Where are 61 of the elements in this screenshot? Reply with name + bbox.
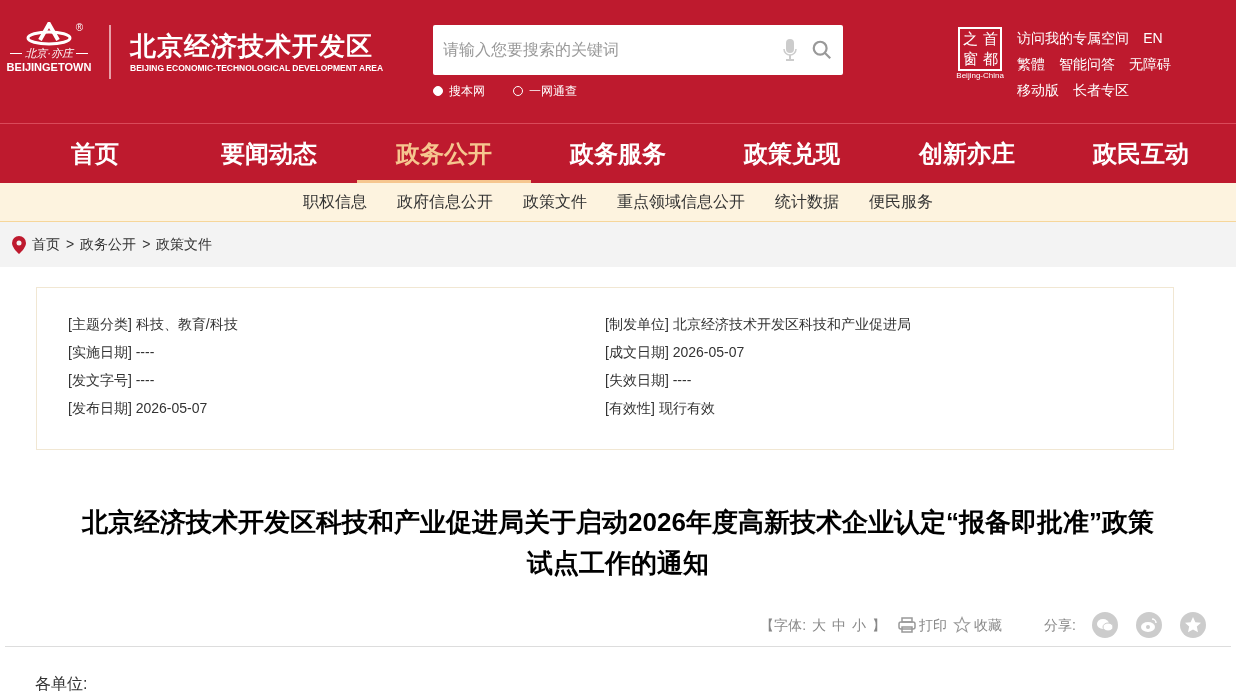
font-size-label: 】 <box>872 615 887 635</box>
subnav-link[interactable]: 政府信息公开 <box>397 190 493 214</box>
site-subtitle: BEIJING ECONOMIC-TECHNOLOGICAL DEVELOPMENT AREA <box>130 62 384 74</box>
header-link[interactable]: EN <box>1143 28 1163 48</box>
subnav-link[interactable]: 政策文件 <box>523 190 587 214</box>
document-info-item: [制发单位] 北京经济技术开发区科技和产业促进局 <box>605 315 912 334</box>
header-link[interactable]: 移动版 <box>1017 80 1060 100</box>
search-scope-radio[interactable]: 一网通查 <box>513 82 578 100</box>
star-icon <box>953 616 972 634</box>
header-link[interactable]: 长者专区 <box>1073 80 1130 100</box>
share-label: 分享: <box>1044 615 1076 635</box>
salutation-text: 各单位: <box>35 674 89 694</box>
print-link[interactable]: 打印 <box>898 614 948 636</box>
site-logo[interactable]: ® 北京·亦庄 BEIJINGETOWN <box>3 22 95 74</box>
breadcrumb-link[interactable]: 政策文件 <box>156 234 213 255</box>
nav-tab[interactable]: 要闻动态 <box>182 124 357 183</box>
logo-name: BEIJINGETOWN <box>6 60 92 74</box>
subnav-link[interactable]: 便民服务 <box>869 190 933 214</box>
header-link[interactable]: 智能问答 <box>1059 54 1116 74</box>
article-title: 北京经济技术开发区科技和产业促进局关于启动2026年度高新技术企业认定“报备即批准”政策试点工作的通知 <box>80 506 1155 580</box>
search-field[interactable]: 请输入您要搜索的关键词 <box>433 25 770 75</box>
breadcrumb-separator: > <box>66 235 75 254</box>
nav-tab[interactable]: 创新亦庄 <box>879 124 1054 183</box>
star-share-icon[interactable] <box>1180 612 1206 638</box>
document-info-item: [成文日期] 2026-05-07 <box>605 343 746 362</box>
font-size-link[interactable]: 中 <box>832 614 847 636</box>
font-size-label: 【字体: <box>760 615 807 635</box>
document-info-item: [实施日期] ---- <box>68 343 156 362</box>
document-info-item: [失效日期] ---- <box>605 371 693 390</box>
search-icon[interactable] <box>811 39 834 61</box>
nav-tab[interactable]: 政民互动 <box>1053 124 1228 183</box>
search-scope-radio[interactable]: 搜本网 <box>433 82 486 100</box>
document-info-item: [主题分类] 科技、教育/科技 <box>68 315 239 334</box>
logo-emblem-icon <box>26 22 72 46</box>
favorite-link[interactable]: 收藏 <box>953 614 1003 636</box>
printer-icon <box>898 617 917 633</box>
registered-mark: ® <box>75 21 83 35</box>
nav-tab[interactable]: 政策兑现 <box>705 124 880 183</box>
breadcrumb-separator: > <box>142 235 151 254</box>
breadcrumb-link[interactable]: 首页 <box>32 234 60 255</box>
wechat-share-icon[interactable] <box>1092 612 1118 638</box>
subnav-link[interactable]: 重点领域信息公开 <box>617 190 745 214</box>
font-size-link[interactable]: 小 <box>852 614 867 636</box>
subnav-link[interactable]: 职权信息 <box>303 190 367 214</box>
header-link[interactable]: 无障碍 <box>1129 54 1172 74</box>
subnav-link[interactable]: 统计数据 <box>775 190 839 214</box>
document-info-item: [发文字号] ---- <box>68 371 156 390</box>
logo-tagline: 北京·亦庄 <box>25 46 73 60</box>
header-link[interactable]: 访问我的专属空间 <box>1017 28 1130 48</box>
nav-tab[interactable]: 政务服务 <box>530 124 706 183</box>
document-info-item: [发布日期] 2026-05-07 <box>68 399 209 418</box>
font-size-link[interactable]: 大 <box>812 614 827 636</box>
location-pin-icon <box>12 235 26 254</box>
microphone-icon[interactable] <box>783 39 798 61</box>
nav-tab[interactable]: 首页 <box>8 124 183 183</box>
site-title: 北京经济技术开发区 <box>130 30 374 62</box>
weibo-share-icon[interactable] <box>1136 612 1162 638</box>
header-link[interactable]: 繁體 <box>1017 54 1046 74</box>
breadcrumb-link[interactable]: 政务公开 <box>80 234 137 255</box>
search-box[interactable]: 请输入您要搜索的关键词 <box>433 25 844 75</box>
document-info-item: [有效性] 现行有效 <box>605 399 716 418</box>
